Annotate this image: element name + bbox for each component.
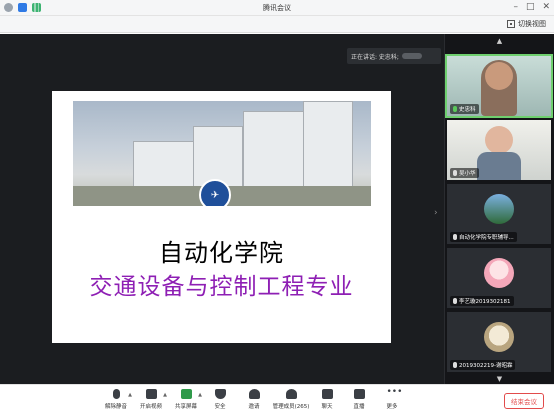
view-strip: 切换视图 <box>0 16 554 33</box>
participant-label: 自动化学院专职辅导... <box>450 232 517 242</box>
avatar <box>484 194 514 224</box>
caret-icon[interactable]: ▲ <box>128 392 132 398</box>
scroll-down-icon[interactable]: ▼ <box>445 375 554 383</box>
avatar <box>484 322 514 352</box>
start-video-button[interactable]: ▲ 开启视频 <box>133 389 169 410</box>
microphone-icon <box>453 106 457 112</box>
meeting-toolbar: ▲ 解除静音 ▲ 开启视频 ▲ 共享屏幕 安全 邀请 管理成员(265) 聊天 … <box>0 384 554 416</box>
switch-view-button[interactable]: 切换视图 <box>507 19 546 29</box>
add-user-icon <box>248 389 260 399</box>
manage-members-button[interactable]: 管理成员(265) <box>268 389 314 410</box>
microphone-muted-icon <box>112 389 120 399</box>
grid-view-icon <box>507 20 515 28</box>
speaking-label: 正在讲话: 史忠科; <box>351 53 399 61</box>
shield-icon <box>214 389 226 399</box>
participant-tile[interactable]: 自动化学院专职辅导... <box>447 184 551 244</box>
unmute-button[interactable]: ▲ 解除静音 <box>98 389 134 410</box>
video-face <box>485 62 513 90</box>
chat-button[interactable]: 聊天 <box>309 389 345 410</box>
shared-screen-area: 正在讲话: 史忠科; ✈ 自动化学院 交通设备与控制工程专业 › <box>0 34 444 384</box>
participant-tile[interactable]: 史忠科 <box>445 54 553 118</box>
close-icon[interactable]: ✕ <box>542 2 550 12</box>
caret-icon[interactable]: ▲ <box>163 392 167 398</box>
slide-subtitle: 交通设备与控制工程专业 <box>89 274 354 300</box>
microphone-icon <box>453 298 457 304</box>
camera-off-icon <box>145 389 157 399</box>
members-icon <box>285 389 297 399</box>
maximize-icon[interactable]: □ <box>526 2 535 12</box>
campus-banner-image: ✈ <box>73 101 371 206</box>
collapse-panel-icon[interactable]: › <box>434 208 438 218</box>
video-person <box>477 152 521 180</box>
share-screen-icon <box>180 389 192 399</box>
slide-title: 自动化学院 <box>159 239 284 267</box>
avatar <box>484 258 514 288</box>
window-controls: – □ ✕ <box>513 2 550 12</box>
title-bar: 腾讯会议 – □ ✕ <box>0 0 554 16</box>
microphone-icon <box>453 234 457 240</box>
participant-tile[interactable]: 李艺璇2019302181 <box>447 248 551 308</box>
participant-tile[interactable]: 吴小华 <box>447 120 551 180</box>
end-meeting-button[interactable]: 结束会议 <box>504 393 544 409</box>
microphone-icon <box>453 362 457 368</box>
university-logo: ✈ <box>199 179 231 206</box>
switch-view-label: 切换视图 <box>518 20 546 28</box>
microphone-icon <box>453 170 457 176</box>
chat-icon <box>321 389 333 399</box>
speaking-indicator: 正在讲话: 史忠科; <box>347 48 441 64</box>
share-screen-button[interactable]: ▲ 共享屏幕 <box>168 389 204 410</box>
participant-panel: ▲ 史忠科 吴小华 自动化学院专职辅导... 李艺璇2019302181 201… <box>444 34 554 384</box>
participant-tile[interactable]: 2019302219-谢昭霖 <box>447 312 551 372</box>
participant-label: 吴小华 <box>450 168 479 178</box>
participant-label: 2019302219-谢昭霖 <box>450 360 516 370</box>
security-button[interactable]: 安全 <box>202 389 238 410</box>
participant-label: 史忠科 <box>450 104 479 114</box>
building-shape <box>303 101 353 196</box>
minimize-icon[interactable]: – <box>513 2 518 12</box>
live-button[interactable]: 直播 <box>341 389 377 410</box>
scroll-up-icon[interactable]: ▲ <box>445 37 554 45</box>
presentation-slide: ✈ 自动化学院 交通设备与控制工程专业 <box>52 91 391 343</box>
invite-button[interactable]: 邀请 <box>236 389 272 410</box>
participant-label: 李艺璇2019302181 <box>450 296 514 306</box>
blurred-name <box>401 53 422 59</box>
video-face <box>485 126 513 154</box>
more-button[interactable]: ••• 更多 <box>374 387 410 411</box>
window-title: 腾讯会议 <box>263 4 291 12</box>
more-icon: ••• <box>386 387 403 397</box>
live-icon <box>353 389 365 399</box>
